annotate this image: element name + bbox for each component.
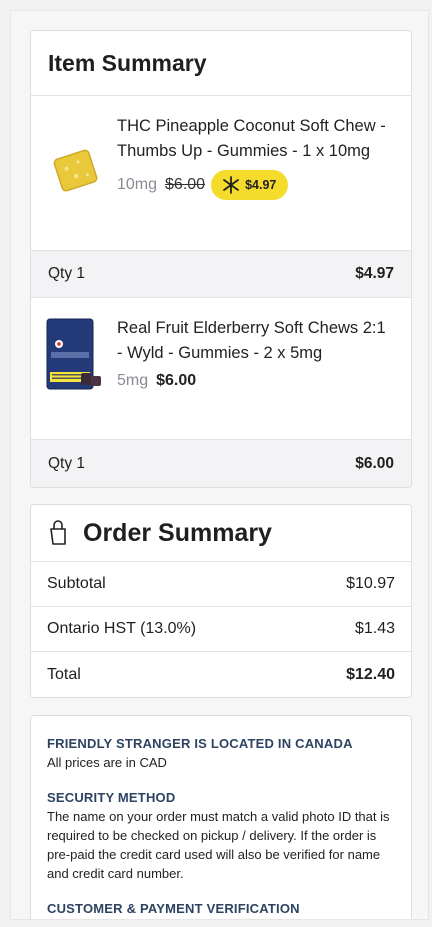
order-summary-card: Order Summary Subtotal $10.97 Ontario HS…: [30, 504, 412, 698]
line-total: $4.97: [355, 265, 394, 282]
checkout-panel: Item Summary THC Pineapple Coconut Soft …: [10, 10, 429, 920]
order-summary-title: Order Summary: [83, 518, 272, 547]
tax-label: Ontario HST (13.0%): [47, 620, 197, 637]
qty-label: Qty 1: [48, 265, 86, 282]
total-value: $12.40: [346, 665, 395, 683]
qty-label: Qty 1: [48, 454, 86, 472]
subtotal-value: $10.97: [346, 575, 395, 592]
location-text: All prices are in CAD: [47, 755, 167, 770]
subtotal-label: Subtotal: [47, 575, 106, 592]
yellow-gummy-icon: [31, 96, 117, 250]
location-heading: FRIENDLY STRANGER IS LOCATED IN CANADA: [47, 736, 353, 751]
cart-item: Real Fruit Elderberry Soft Chews 2:1 - W…: [31, 298, 411, 440]
product-price: $6.00: [156, 372, 197, 389]
subtotal-row: Subtotal $10.97: [31, 562, 411, 607]
security-heading: SECURITY METHOD: [47, 790, 176, 805]
qty-row: Qty 1 $6.00: [31, 440, 411, 487]
original-price: $6.00: [165, 176, 206, 193]
security-text: The name on your order must match a vali…: [47, 809, 390, 881]
tax-value: $1.43: [354, 620, 395, 637]
sparkle-icon: [223, 176, 239, 194]
total-label: Total: [47, 665, 81, 683]
qty-row: Qty 1 $4.97: [31, 251, 411, 298]
product-name: Real Fruit Elderberry Soft Chews 2:1 - W…: [117, 319, 386, 362]
sale-price-badge: $4.97: [211, 170, 289, 200]
line-total: $6.00: [355, 454, 394, 472]
product-name: THC Pineapple Coconut Soft Chew - Thumbs…: [117, 117, 386, 160]
sale-price: $4.97: [245, 178, 277, 192]
cart-item: THC Pineapple Coconut Soft Chew - Thumbs…: [31, 96, 411, 251]
product-dosage: 5mg: [117, 372, 149, 389]
order-summary-header: Order Summary: [31, 505, 411, 562]
shopping-bag-icon: [50, 520, 66, 545]
verification-heading: CUSTOMER & PAYMENT VERIFICATION: [47, 901, 300, 916]
total-row: Total $12.40: [31, 652, 411, 697]
product-dosage: 10mg: [117, 176, 158, 193]
tax-row: Ontario HST (13.0%) $1.43: [31, 607, 411, 652]
store-info-card: FRIENDLY STRANGER IS LOCATED IN CANADA A…: [30, 715, 412, 919]
item-summary-title: Item Summary: [31, 31, 411, 96]
item-summary-card: Item Summary THC Pineapple Coconut Soft …: [30, 30, 412, 488]
gummy-package-icon: [31, 298, 117, 439]
